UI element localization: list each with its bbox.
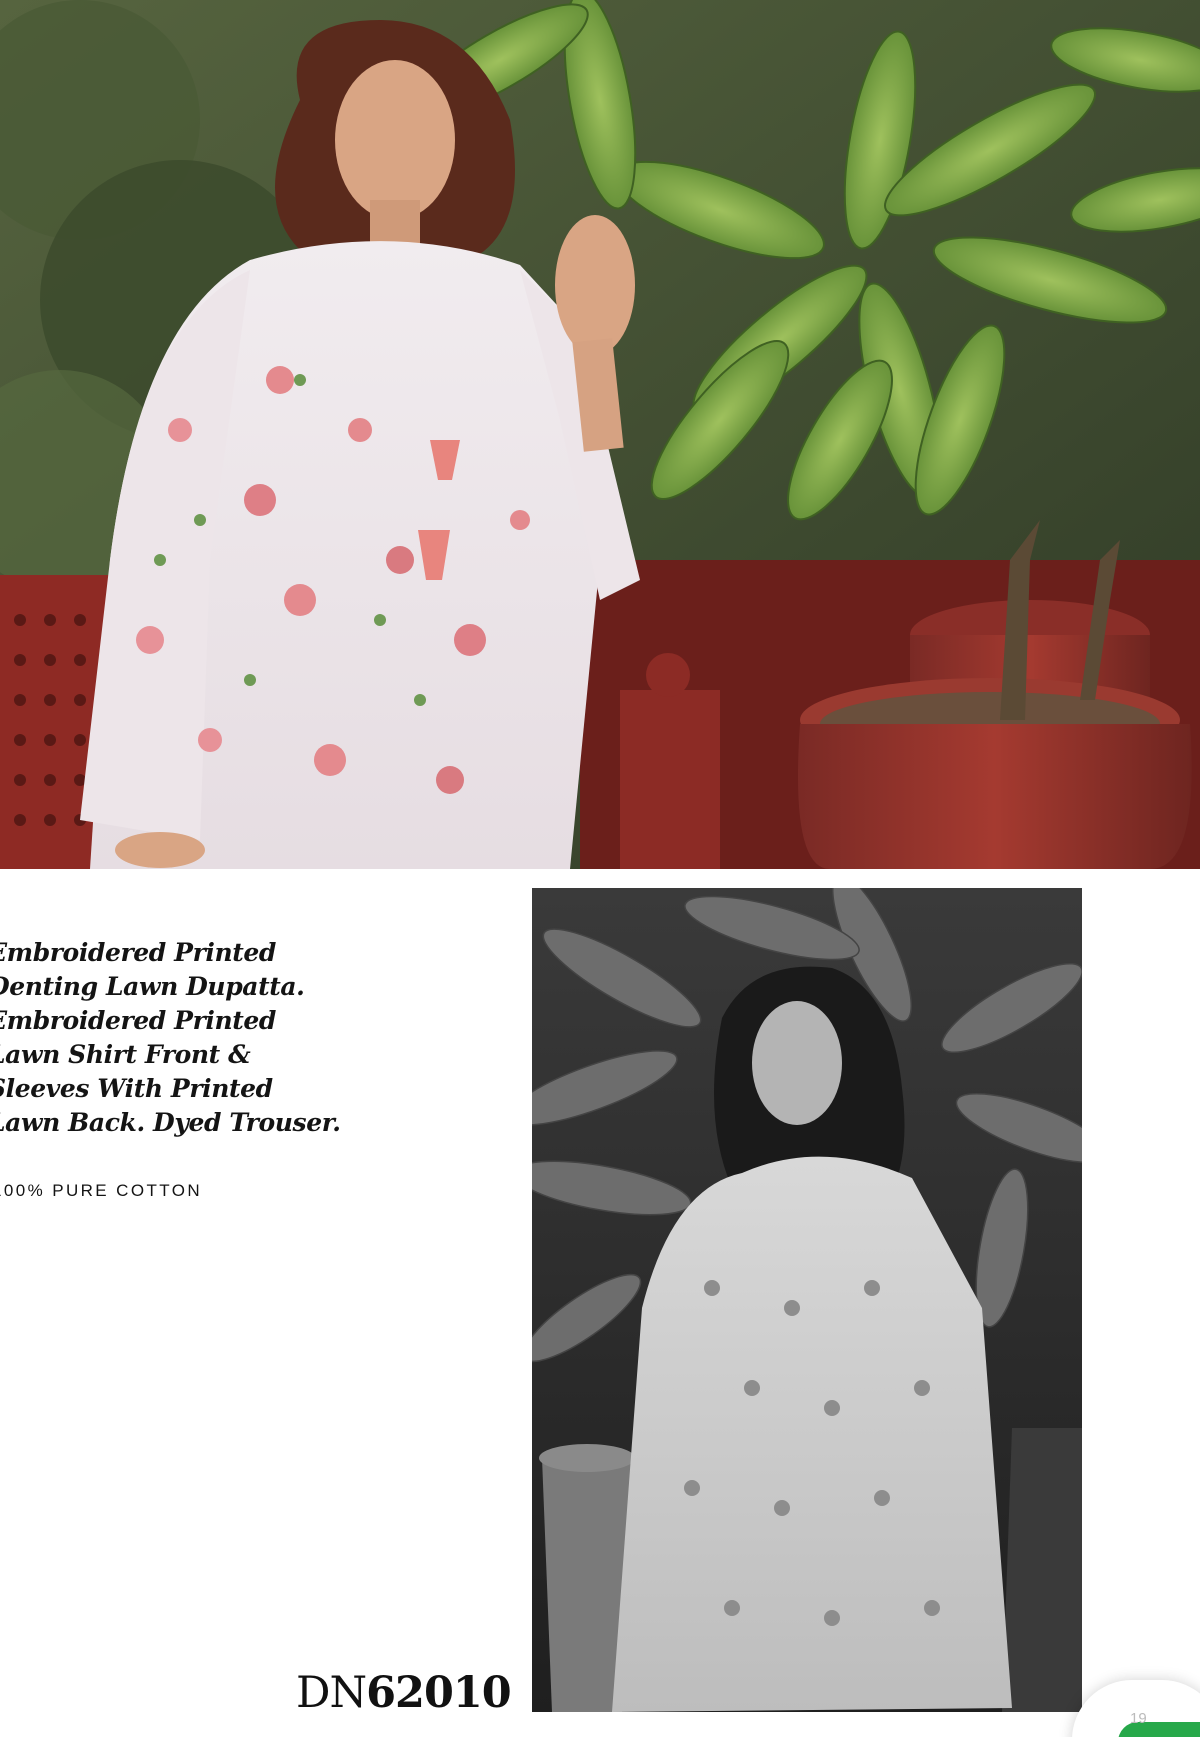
page-number: 19	[1130, 1710, 1147, 1727]
description-line-6: Lawn Back. Dyed Trouser.	[0, 1108, 341, 1137]
design-number-digits: 62010	[366, 1668, 512, 1718]
secondary-photo-bw	[532, 888, 1082, 1712]
description-line-2: Denting Lawn Dupatta.	[0, 972, 305, 1001]
description-line-5: Sleeves With Printed	[0, 1074, 273, 1103]
description-line-3: Embroidered Printed	[0, 1006, 276, 1035]
lookbook-page: Embroidered Printed Denting Lawn Dupatta…	[0, 0, 1200, 1737]
hero-photo	[0, 0, 1200, 869]
secondary-photo-illustration	[532, 888, 1082, 1712]
fabric-composition: 100% PURE COTTON	[0, 1181, 203, 1200]
description-line-1: Embroidered Printed	[0, 938, 276, 967]
design-number: DN62010	[296, 1668, 512, 1718]
description-line-4: Lawn Shirt Front &	[0, 1040, 251, 1069]
design-number-prefix: DN	[296, 1668, 367, 1718]
hero-photo-illustration	[0, 0, 1200, 869]
product-description: Embroidered Printed Denting Lawn Dupatta…	[0, 936, 368, 1140]
